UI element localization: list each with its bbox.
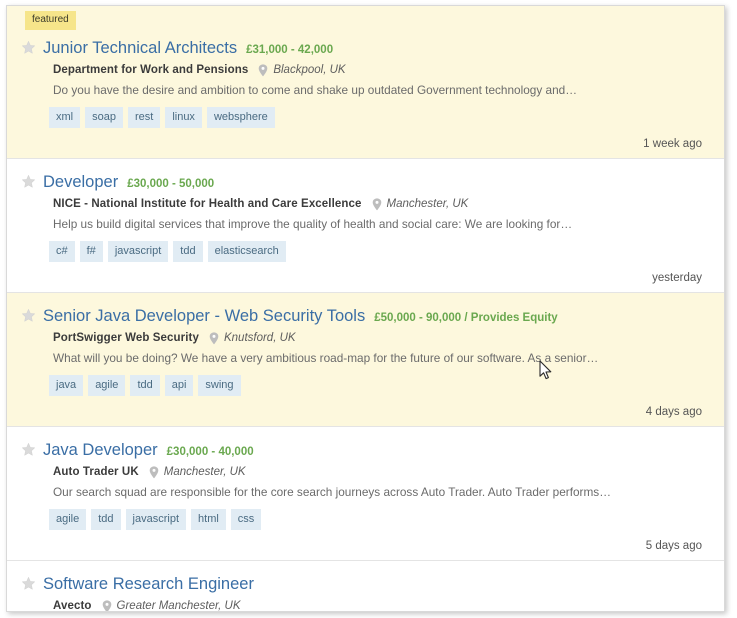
job-company-line: Department for Work and Pensions Blackpoo… [19,63,712,77]
location-pin-icon [102,600,112,611]
job-posted-date: 1 week ago [643,138,702,150]
star-icon[interactable] [21,40,36,55]
job-title-link[interactable]: Developer [43,172,118,192]
job-tag-list: agile tdd javascript html css [49,509,262,530]
job-tag[interactable]: javascript [125,509,187,530]
job-result-row[interactable]: Senior Java Developer - Web Security Too… [7,293,724,427]
job-tag[interactable]: tdd [173,241,203,262]
job-result-row[interactable]: Developer £30,000 - 50,000 NICE - National… [7,159,724,293]
job-company-line: NICE - National Institute for Health and… [19,197,712,211]
location-pin-icon [209,332,219,345]
job-tag[interactable]: swing [198,375,241,396]
job-tag[interactable]: agile [88,375,126,396]
star-icon[interactable] [21,442,36,457]
job-tag[interactable]: java [49,375,84,396]
job-description: Do you have the desire and ambition to c… [53,83,577,97]
job-posted-date: 5 days ago [645,540,702,552]
location-pin-icon [372,198,382,211]
job-tag[interactable]: f# [79,241,103,262]
job-title-line: Junior Technical Architects £31,000 - 42,… [19,38,712,58]
job-title-link[interactable]: Software Research Engineer [43,574,254,594]
job-salary: £50,000 - 90,000 / Provides Equity [374,312,558,324]
job-tag[interactable]: html [191,509,226,530]
job-description: What will you be doing? We have a very a… [53,351,599,365]
job-salary: £30,000 - 50,000 [127,178,215,190]
job-location[interactable]: Knutsford, UK [224,332,296,344]
location-pin-icon [149,466,159,479]
job-result-row[interactable]: featured Junior Technical Architects £31,0… [7,6,724,159]
job-title-line: Developer £30,000 - 50,000 [19,172,712,192]
job-description: Help us build digital services that impr… [53,217,573,231]
job-bottom-row: agile tdd javascript html css [19,509,712,530]
job-posted-date: yesterday [652,272,702,284]
job-location[interactable]: Blackpool, UK [273,64,345,76]
job-company-line: Auto Trader UK Manchester, UK [19,465,712,479]
job-tag[interactable]: tdd [91,509,121,530]
job-tag[interactable]: css [230,509,262,530]
location-pin-icon [258,64,268,77]
job-bottom-row: xml soap rest linux websphere [19,107,712,128]
job-tag[interactable]: javascript [107,241,169,262]
job-tag[interactable]: xml [49,107,81,128]
job-company-line: PortSwigger Web Security Knutsford, UK [19,331,712,345]
job-tag[interactable]: c# [49,241,75,262]
job-tag[interactable]: websphere [206,107,275,128]
job-tag-list: java agile tdd api swing [49,375,241,396]
star-icon[interactable] [21,308,36,323]
job-result-row[interactable]: Java Developer £30,000 - 40,000 Auto Trade… [7,427,724,561]
job-tag-list: xml soap rest linux websphere [49,107,275,128]
job-result-row[interactable]: Software Research Engineer Avecto Greater … [7,561,724,612]
job-tag[interactable]: api [164,375,194,396]
results-page-sheet: featured Junior Technical Architects £31,0… [6,5,725,612]
job-salary: £31,000 - 42,000 [246,44,334,56]
company-name[interactable]: NICE - National Institute for Health and… [53,198,362,210]
star-icon[interactable] [21,174,36,189]
star-icon[interactable] [21,576,36,591]
job-title-line: Senior Java Developer - Web Security Too… [19,306,712,326]
job-title-link[interactable]: Senior Java Developer - Web Security Too… [43,306,365,326]
job-tag[interactable]: linux [165,107,202,128]
job-location[interactable]: Greater Manchester, UK [117,600,241,612]
job-tag[interactable]: tdd [130,375,160,396]
job-results-list: featured Junior Technical Architects £31,0… [7,6,724,612]
job-title-link[interactable]: Junior Technical Architects [43,38,237,58]
company-name[interactable]: Auto Trader UK [53,466,139,478]
job-location[interactable]: Manchester, UK [387,198,469,210]
job-location[interactable]: Manchester, UK [164,466,246,478]
job-bottom-row: c# f# javascript tdd elasticsearch [19,241,712,262]
job-tag[interactable]: elasticsearch [207,241,286,262]
company-name[interactable]: PortSwigger Web Security [53,332,199,344]
job-title-line: Java Developer £30,000 - 40,000 [19,440,712,460]
job-posted-date: 4 days ago [645,406,702,418]
job-description: Our search squad are responsible for the… [53,485,612,499]
job-tag[interactable]: agile [49,509,87,530]
job-tag[interactable]: soap [85,107,123,128]
job-tag-list: c# f# javascript tdd elasticsearch [49,241,286,262]
job-title-line: Software Research Engineer [19,574,712,594]
company-name[interactable]: Department for Work and Pensions [53,64,248,76]
job-tag[interactable]: rest [127,107,161,128]
job-salary: £30,000 - 40,000 [166,446,254,458]
job-company-line: Avecto Greater Manchester, UK [19,599,712,612]
job-bottom-row: java agile tdd api swing [19,375,712,396]
company-name[interactable]: Avecto [53,600,92,612]
job-title-link[interactable]: Java Developer [43,440,158,460]
featured-badge: featured [25,11,76,30]
